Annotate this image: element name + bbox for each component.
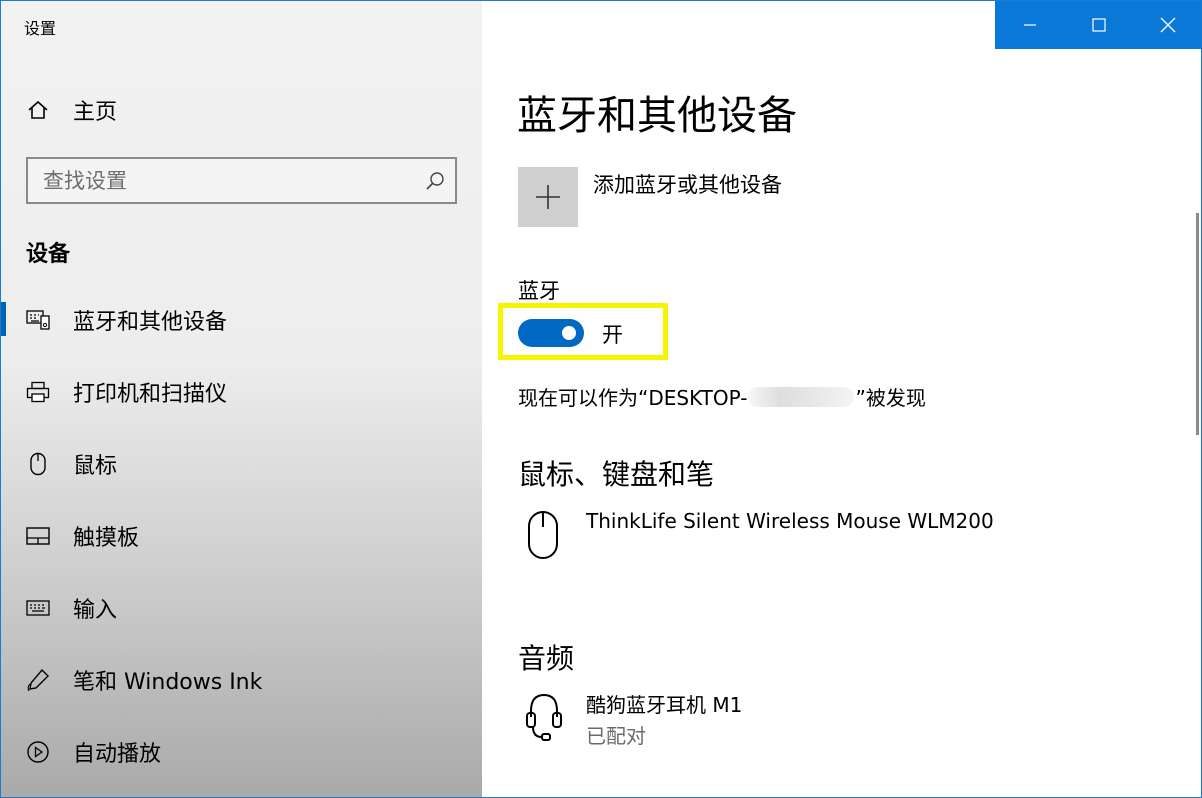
sidebar-item-pen[interactable]: 笔和 Windows Ink [1, 657, 482, 703]
device-item[interactable]: ThinkLife Silent Wireless Mouse WLM200 [518, 509, 1158, 569]
sidebar-item-label: 打印机和扫描仪 [73, 382, 228, 407]
bluetooth-label: 蓝牙 [518, 279, 560, 303]
app-title: 设置 [24, 19, 57, 38]
group-heading-input-devices: 鼠标、键盘和笔 [518, 458, 715, 491]
sidebar-item-label: 触摸板 [73, 526, 140, 551]
device-status: 已配对 [586, 724, 646, 748]
headset-icon [524, 689, 564, 745]
sidebar-item-label: 自动播放 [73, 742, 162, 767]
search-box[interactable] [26, 157, 457, 204]
sidebar-item-autoplay[interactable]: 自动播放 [1, 729, 482, 775]
sidebar-item-bluetooth[interactable]: 蓝牙和其他设备 [1, 297, 482, 343]
minimize-button[interactable] [995, 1, 1064, 49]
device-item[interactable]: 酷狗蓝牙耳机 M1 已配对 [518, 689, 1158, 749]
plus-icon [536, 185, 560, 209]
sidebar-item-label: 蓝牙和其他设备 [73, 310, 228, 335]
maximize-icon [1091, 18, 1106, 32]
sidebar-item-mouse[interactable]: 鼠标 [1, 441, 482, 487]
home-icon [26, 98, 50, 122]
discoverable-prefix: 现在可以作为“DESKTOP- [518, 386, 748, 410]
scrollbar[interactable] [1196, 213, 1199, 435]
add-device-button[interactable]: 添加蓝牙或其他设备 [518, 167, 978, 229]
close-icon [1160, 17, 1175, 33]
discoverable-text: 现在可以作为“DESKTOP- ”被发现 [518, 382, 926, 411]
sidebar-item-label: 输入 [73, 598, 118, 623]
pen-icon [26, 668, 50, 692]
maximize-button[interactable] [1064, 1, 1133, 49]
sidebar-item-label: 主页 [73, 100, 118, 125]
sidebar-item-home[interactable]: 主页 [1, 87, 482, 133]
close-button[interactable] [1133, 1, 1201, 49]
settings-window: 设置 主页 设备 蓝牙和其他设备 打印机和扫描仪 [0, 0, 1202, 798]
device-name: 酷狗蓝牙耳机 M1 [586, 693, 743, 717]
sidebar-item-printers[interactable]: 打印机和扫描仪 [1, 369, 482, 415]
add-device-tile[interactable] [518, 167, 578, 227]
device-name: ThinkLife Silent Wireless Mouse WLM200 [586, 509, 994, 533]
page-title: 蓝牙和其他设备 [517, 93, 797, 139]
group-heading-audio: 音频 [518, 642, 575, 675]
printer-icon [26, 380, 50, 404]
touchpad-icon [26, 524, 50, 548]
sidebar-item-label: 笔和 Windows Ink [73, 670, 263, 695]
keyboard-icon [26, 596, 50, 620]
autoplay-icon [26, 740, 50, 764]
caption-bar [995, 1, 1201, 49]
add-device-label: 添加蓝牙或其他设备 [593, 173, 782, 197]
minimize-icon [1023, 24, 1036, 26]
bluetooth-toggle[interactable] [518, 319, 584, 347]
bluetooth-toggle-state: 开 [602, 323, 623, 347]
section-heading: 设备 [26, 242, 71, 267]
mouse-icon [524, 509, 564, 565]
mouse-icon [26, 452, 50, 476]
main-content: 蓝牙和其他设备 添加蓝牙或其他设备 蓝牙 开 现在可以作为“DESKTOP- ”被… [482, 49, 1201, 797]
discoverable-suffix: ”被发现 [855, 386, 926, 410]
bluetooth-devices-icon [26, 308, 50, 332]
sidebar-item-typing[interactable]: 输入 [1, 585, 482, 631]
search-input[interactable] [28, 159, 418, 202]
redacted-device-name [748, 386, 855, 407]
sidebar-item-touchpad[interactable]: 触摸板 [1, 513, 482, 559]
search-icon[interactable] [423, 169, 447, 193]
sidebar: 设置 主页 设备 蓝牙和其他设备 打印机和扫描仪 [1, 1, 482, 797]
sidebar-item-label: 鼠标 [73, 454, 118, 479]
toggle-knob [562, 326, 576, 340]
